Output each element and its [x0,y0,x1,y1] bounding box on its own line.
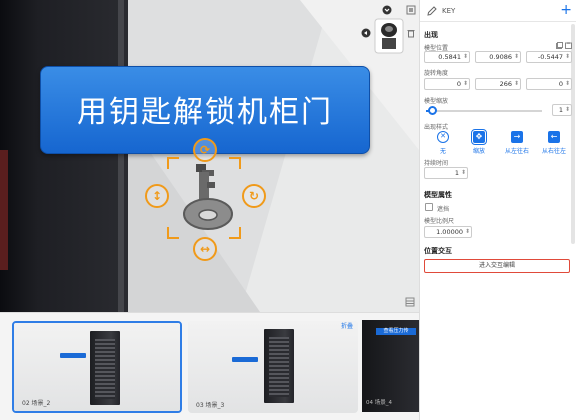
scale-icon: ✥ [471,129,487,145]
move-horizontal-handle-icon[interactable]: ↔ [193,237,217,261]
position-x-field[interactable]: 0.5841 [424,51,470,63]
arrow-right-icon: → [511,131,523,143]
reset-view-icon[interactable] [360,27,372,39]
paste-icon[interactable] [565,42,572,49]
scene-caption: 03 场景_3 [196,402,225,409]
x-circle-icon: ✕ [437,131,449,143]
ratio-label: 模型比例尺 [424,218,455,225]
rotate-side-handle-icon[interactable]: ↻ [242,184,266,208]
enter-interact-edit-button[interactable]: 进入交互编辑 [424,259,570,273]
scene-caption: 04 场景_4 [366,400,392,406]
grid-menu-icon[interactable] [404,296,416,308]
edit-icon[interactable] [426,5,438,17]
style-option-scale[interactable]: ✥ 缩放 [462,129,496,155]
section-model-title: 模型属性 [424,191,452,199]
rotation-y-field[interactable]: 266 [475,78,521,90]
scene-tag: 查看压力传 [376,328,416,335]
fold-link[interactable]: 折叠 [341,321,353,330]
occlusion-checkbox[interactable] [425,203,433,211]
cabinet-thumbnail [90,331,120,405]
arrow-left-icon: ← [548,131,560,143]
scene-card[interactable]: 02 场景_2 [12,321,182,413]
position-y-field[interactable]: 0.9086 [475,51,521,63]
position-z-field[interactable]: -0.5447 [526,51,572,63]
view-cube-icon[interactable] [374,18,404,54]
scale-slider-handle[interactable] [427,106,437,115]
3d-viewport[interactable]: 用钥匙解锁机柜门 ⟳ ↕ ↻ ↔ [0,0,419,312]
rotation-z-field[interactable]: 0 [526,78,572,90]
scene-card[interactable]: 03 场景_3 [188,321,358,413]
style-option-none[interactable]: ✕ 无 [426,131,460,155]
duration-label: 持续时间 [424,160,449,167]
gizmo-corner-tl [167,157,179,169]
duration-field[interactable]: 1 [424,167,468,179]
rotation-label: 旋转角度 [424,70,449,77]
mini-banner [60,353,86,358]
copy-icon[interactable] [556,42,563,49]
scale-field[interactable]: 1 [552,104,572,116]
panel-header: KEY + [420,0,576,22]
key-model-icon[interactable] [180,162,236,232]
scene-strip: 02 场景_2 03 场景_3 [0,312,419,420]
scale-label: 模型缩放 [424,98,449,105]
mini-banner [232,357,258,362]
style-option-label: 从右往左 [541,148,566,155]
section-appear-title: 出现 [424,31,438,39]
add-icon[interactable]: + [560,2,572,18]
move-vertical-handle-icon[interactable]: ↕ [145,184,169,208]
banner-text: 用钥匙解锁机柜门 [77,95,333,130]
style-option-label: 无 [439,148,446,155]
rotation-x-field[interactable]: 0 [424,78,470,90]
scene-card-partial[interactable]: 查看压力传 04 场景_4 [362,320,419,412]
collapse-view-icon[interactable] [381,4,393,16]
style-option-label: 缩放 [472,148,485,155]
panel-title: KEY [442,7,456,15]
appear-style-label: 出现样式 [424,124,449,131]
section-interact-title: 位置交互 [424,247,452,255]
delete-view-icon[interactable] [405,27,417,39]
rotate-handle-icon[interactable]: ⟳ [193,138,217,162]
style-option-right-to-left[interactable]: ← 从右往左 [537,131,571,155]
scale-slider-track[interactable] [426,110,542,112]
cabinet-edge [118,0,124,312]
cabinet-wall [0,0,128,312]
occlusion-label: 遮挡 [437,206,450,213]
ratio-field[interactable]: 1.00000 [424,226,472,238]
scene-caption: 02 场景_2 [22,400,51,407]
fullscreen-icon[interactable] [405,4,417,16]
style-option-label: 从左往右 [504,148,529,155]
style-option-left-to-right[interactable]: → 从左往右 [500,131,534,155]
cabinet-door-seam [0,150,8,270]
cabinet-thumbnail [264,329,294,403]
gizmo-corner-bl [167,227,179,239]
